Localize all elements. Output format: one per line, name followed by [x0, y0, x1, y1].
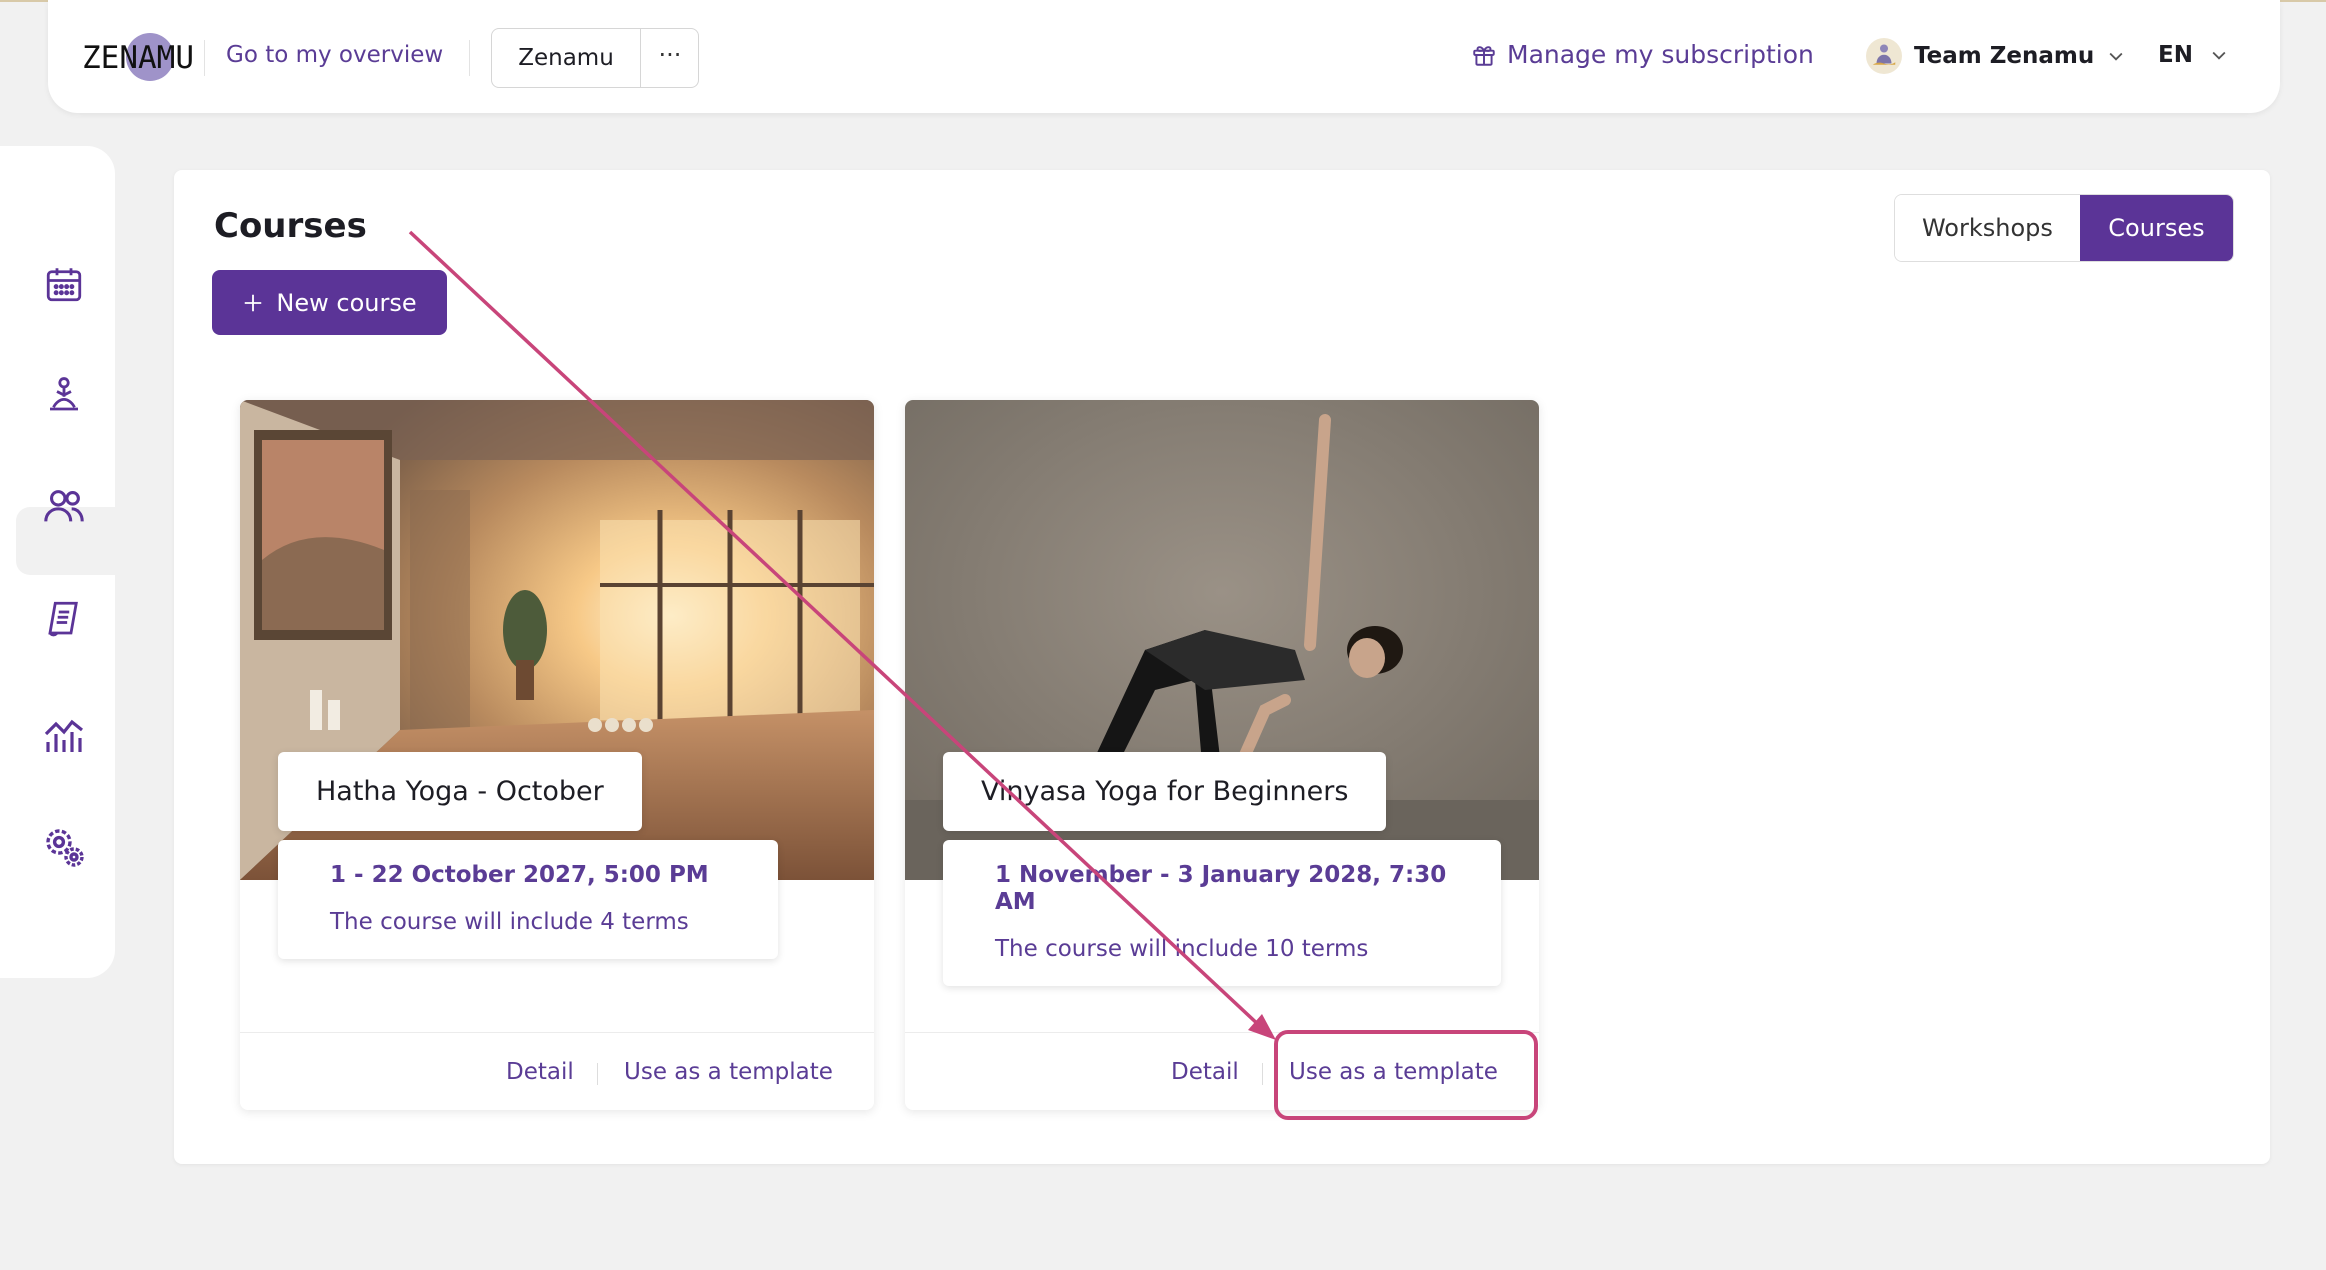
courses-panel: Courses New course Workshops Courses Hat… [174, 170, 2270, 1164]
header-divider [204, 40, 205, 76]
team-avatar [1866, 38, 1902, 74]
course-card-footer: Detail Use as a template [240, 1032, 874, 1110]
go-to-overview-link[interactable]: Go to my overview [226, 42, 443, 68]
settings-icon [46, 829, 84, 867]
sidebar-item-documents[interactable] [40, 595, 88, 643]
language-label: EN [2158, 42, 2193, 68]
toggle-courses[interactable]: Courses [2079, 195, 2233, 261]
workspace-name-button[interactable]: Zenamu [492, 29, 640, 87]
document-icon [48, 601, 78, 637]
course-info-box: 1 November - 3 January 2028, 7:30 AM The… [943, 840, 1501, 986]
calendar-icon [46, 268, 82, 302]
chevron-down-icon [2109, 52, 2123, 61]
event-type-toggle: Workshops Courses [1894, 194, 2234, 262]
sidebar-item-calendar[interactable] [40, 260, 88, 308]
gift-icon [1473, 45, 1495, 66]
workspace-more-button[interactable]: ··· [641, 29, 699, 87]
page-title: Courses [214, 206, 367, 246]
language-selector[interactable]: EN [2158, 42, 2229, 68]
workspace-switcher: Zenamu ··· [491, 28, 699, 88]
annotation-highlight-box [1274, 1030, 1538, 1120]
meditation-avatar-icon [1872, 44, 1896, 65]
toggle-workshops[interactable]: Workshops [1895, 195, 2080, 261]
users-icon [44, 490, 84, 522]
course-info-box: 1 - 22 October 2027, 5:00 PM The course … [278, 840, 778, 959]
course-card: Vinyasa Yoga for Beginners 1 November - … [905, 400, 1539, 1110]
sidebar-item-settings[interactable] [40, 823, 88, 871]
zenamu-logo[interactable]: ZENAMU [82, 30, 194, 84]
footer-divider [597, 1063, 598, 1085]
sidebar-item-statistics[interactable] [40, 712, 88, 760]
manage-subscription-label: Manage my subscription [1507, 40, 1814, 69]
new-course-button[interactable]: New course [212, 270, 447, 335]
course-title[interactable]: Hatha Yoga - October [278, 752, 642, 831]
chevron-down-icon [2212, 51, 2226, 60]
detail-link[interactable]: Detail [1171, 1059, 1239, 1085]
course-title[interactable]: Vinyasa Yoga for Beginners [943, 752, 1387, 831]
sidebar-item-clients[interactable] [40, 482, 88, 530]
course-terms: The course will include 4 terms [330, 909, 689, 935]
course-date: 1 November - 3 January 2028, 7:30 AM [995, 862, 1447, 915]
course-card: Hatha Yoga - October 1 - 22 October 2027… [240, 400, 874, 1110]
course-terms: The course will include 10 terms [995, 936, 1369, 962]
team-menu[interactable]: Team Zenamu [1866, 38, 2126, 74]
sidebar [0, 146, 115, 978]
manage-subscription-link[interactable]: Manage my subscription [1471, 40, 1814, 69]
meditation-icon [50, 377, 78, 411]
statistics-icon [44, 719, 83, 752]
header-divider [469, 40, 470, 76]
new-course-label: New course [276, 288, 417, 317]
use-as-template-link[interactable]: Use as a template [624, 1059, 833, 1085]
detail-link[interactable]: Detail [506, 1059, 574, 1085]
top-header: ZENAMU Go to my overview Zenamu ··· Mana… [48, 0, 2280, 113]
sidebar-item-courses[interactable] [40, 371, 88, 419]
plus-icon [245, 294, 262, 311]
course-date: 1 - 22 October 2027, 5:00 PM [330, 862, 709, 888]
team-name: Team Zenamu [1914, 43, 2095, 69]
footer-divider [1262, 1063, 1263, 1085]
logo-text: ZENAMU [82, 40, 194, 76]
